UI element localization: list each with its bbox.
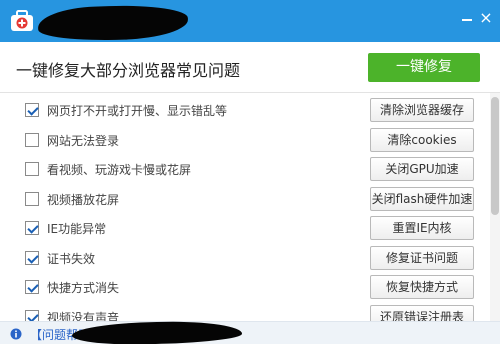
issue-row: 证书失效 修复证书问题 xyxy=(0,243,490,273)
issue-checkbox[interactable] xyxy=(25,162,39,176)
issue-action-button[interactable]: 关闭GPU加速 xyxy=(370,157,474,181)
one-click-fix-button[interactable]: 一键修复 xyxy=(368,53,480,82)
issue-label: 视频播放花屏 xyxy=(47,192,120,207)
issue-action-button[interactable]: 关闭flash硬件加速 xyxy=(370,186,474,211)
issue-label: 快捷方式消失 xyxy=(47,281,120,295)
header-row: 一键修复大部分浏览器常见问题 一键修复 xyxy=(0,42,500,92)
issue-row: 网页打不开或打开慢、显示错乱等 清除浏览器缓存 xyxy=(0,95,490,125)
issue-checkbox[interactable] xyxy=(25,221,39,235)
vertical-scrollbar[interactable] xyxy=(490,93,500,321)
issue-row: 视频播放花屏 关闭flash硬件加速 xyxy=(0,184,490,214)
issue-checkbox[interactable] xyxy=(25,280,39,294)
issue-action-button[interactable]: 恢复快捷方式 xyxy=(370,275,474,299)
issue-checkbox[interactable] xyxy=(25,191,39,206)
scrollbar-thumb[interactable] xyxy=(491,97,499,215)
redacted-title-scribble xyxy=(37,3,189,43)
issue-row: IE功能异常 重置IE内核 xyxy=(0,213,490,243)
issue-checkbox[interactable] xyxy=(25,309,39,321)
issue-label: IE功能异常 xyxy=(47,222,107,236)
issue-checkbox[interactable] xyxy=(25,103,39,117)
issue-action-button[interactable]: 清除浏览器缓存 xyxy=(370,98,474,122)
issue-row: 网站无法登录 清除cookies xyxy=(0,125,490,155)
page-title: 一键修复大部分浏览器常见问题 xyxy=(16,61,241,80)
issue-action-button[interactable]: 修复证书问题 xyxy=(370,245,474,270)
issue-list: 网页打不开或打开慢、显示错乱等 清除浏览器缓存 网站无法登录 清除cookies 看视频… xyxy=(0,93,500,321)
first-aid-kit-icon xyxy=(11,10,33,31)
close-button[interactable]: × xyxy=(478,10,494,26)
issue-checkbox[interactable] xyxy=(25,132,39,147)
repair-tool-window: × 一键修复大部分浏览器常见问题 一键修复 网页打不开或打开慢、显示错乱等 清除浏… xyxy=(0,0,500,344)
title-bar: × xyxy=(0,0,500,43)
issue-row: 视频没有声音 还原错误注册表 xyxy=(0,302,490,322)
issue-checkbox[interactable] xyxy=(25,250,39,265)
issue-row: 快捷方式消失 恢复快捷方式 xyxy=(0,272,490,302)
issue-label: 网站无法登录 xyxy=(47,133,120,148)
issue-label: 视频没有声音 xyxy=(47,310,120,322)
issue-label: 证书失效 xyxy=(47,251,96,266)
issue-action-button[interactable]: 清除cookies xyxy=(370,127,474,152)
issue-label: 网页打不开或打开慢、显示错乱等 xyxy=(47,104,228,118)
issue-label: 看视频、玩游戏卡慢或花屏 xyxy=(47,163,192,177)
help-icon xyxy=(10,328,22,340)
issue-action-button[interactable]: 重置IE内核 xyxy=(370,216,474,240)
issue-row: 看视频、玩游戏卡慢或花屏 关闭GPU加速 xyxy=(0,154,490,184)
minimize-button[interactable] xyxy=(460,12,474,26)
issue-action-button[interactable]: 还原错误注册表 xyxy=(370,304,474,321)
